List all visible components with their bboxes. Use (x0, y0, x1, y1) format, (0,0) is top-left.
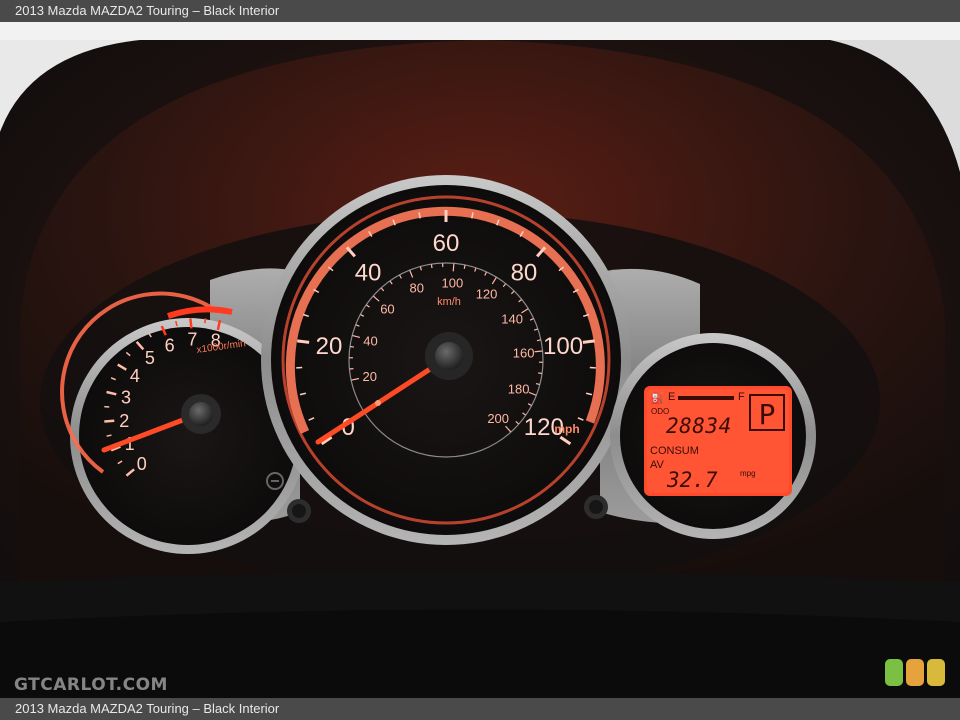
mph-tick-mark (297, 339, 310, 344)
consum-label: CONSUM (650, 445, 699, 457)
caption-top: 2013 Mazda MAZDA2 Touring – Black Interi… (0, 0, 960, 22)
kmh-tick-label: 140 (501, 312, 523, 327)
tach-tick-label: 6 (165, 335, 175, 355)
trip-knob-right (584, 495, 608, 519)
tach-tick-label: 3 (121, 388, 131, 408)
kmh-unit-label: km/h (437, 296, 461, 308)
kmh-tick-mark (463, 264, 466, 269)
kmh-tick-label: 160 (513, 346, 535, 361)
gear-indicator: P (759, 398, 776, 431)
tach-tick-label: 4 (130, 366, 140, 386)
kmh-tick-label: 40 (363, 333, 377, 348)
kmh-tick-label: 100 (441, 275, 463, 290)
kmh-tick-label: 60 (380, 301, 394, 316)
tach-tick-mark (189, 318, 193, 329)
fuel-e-label: E (668, 391, 675, 403)
mph-tick-label: 60 (433, 230, 460, 257)
kmh-tick-mark (452, 263, 455, 272)
mph-tick-mark (471, 212, 474, 219)
fuel-economy-value: 32.7 (666, 468, 718, 492)
kmh-tick-label: 20 (362, 369, 376, 384)
badge-yellow (927, 659, 945, 686)
mph-tick-mark (582, 339, 595, 344)
mph-tick-label: 100 (543, 333, 583, 360)
odometer-value: 28834 (666, 414, 732, 438)
mph-tick-label: 20 (316, 333, 343, 360)
kmh-tick-label: 200 (487, 411, 509, 426)
badge-green (885, 659, 903, 686)
tach-tick-mark (104, 419, 115, 423)
fuel-economy-unit: mpg (740, 469, 756, 478)
fuel-gauge-bar (678, 396, 734, 400)
mph-tick-mark (418, 212, 421, 219)
mph-tick-label: 80 (511, 259, 538, 286)
mph-unit-label: mph (554, 422, 579, 436)
tach-tick-label: 2 (119, 411, 129, 431)
watermark-logo: GTCARLOT.COM (14, 675, 168, 695)
badge-orange (906, 659, 924, 686)
kmh-tick-label: 80 (410, 281, 424, 296)
kmh-tick-mark (534, 350, 543, 353)
fuel-f-label: F (738, 391, 745, 403)
mph-tick-label: 40 (355, 259, 382, 286)
caption-bottom: 2013 Mazda MAZDA2 Touring – Black Interi… (0, 698, 960, 720)
trip-knob-left (287, 499, 311, 523)
tach-tick-label: 5 (145, 348, 155, 368)
speedometer: 020406080100120 20406080 1001201401601802… (261, 175, 631, 545)
kmh-tick-mark (536, 339, 542, 342)
info-display: E F ⛽ ODO 28834 P CONSUM AV 32.7 mpg (610, 333, 816, 539)
dashboard-photo: 012345678 x1000r/min 0 20 40 60 80 100 120 20 4… (0, 22, 960, 698)
fuel-icon: ⛽ (650, 392, 664, 405)
kmh-tick-label: 120 (476, 286, 498, 301)
tach-tick-label: 0 (137, 454, 147, 474)
kmh-tick-label: 180 (508, 381, 530, 396)
av-label: AV (650, 459, 665, 471)
